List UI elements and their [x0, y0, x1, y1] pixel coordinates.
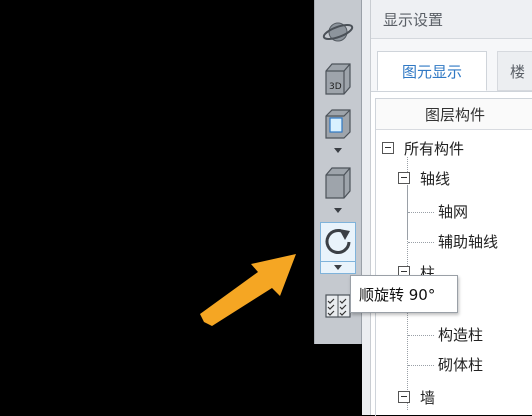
collapse-toggle-icon[interactable]	[382, 142, 394, 154]
tab-element-display[interactable]: 图元显示	[377, 51, 487, 91]
rotate-dropdown[interactable]	[320, 262, 356, 274]
tab-floor-display[interactable]: 楼	[497, 51, 532, 91]
cube-top-icon	[325, 109, 351, 139]
orbit-planet-icon	[322, 22, 354, 42]
cube-3d-icon: 3D	[325, 63, 351, 95]
annotation-arrow-icon	[200, 254, 296, 326]
chevron-down-icon	[334, 207, 342, 213]
tree-column-header: 图层构件	[376, 99, 532, 130]
tree-connector	[408, 242, 434, 243]
tree-item-masonry-column[interactable]: 砌体柱	[438, 349, 483, 379]
tree-item-all[interactable]: 所有构件	[382, 133, 464, 163]
rotate-90-button[interactable]	[320, 222, 356, 262]
cube-side-icon	[325, 167, 351, 199]
layer-tree: 图层构件 所有构件 轴线 轴网 辅助轴线 柱 构造柱 砌体柱 墙	[375, 98, 532, 416]
chevron-down-icon	[334, 265, 342, 270]
tree-item-label: 墙	[420, 388, 436, 407]
tree-item-label: 辅助轴线	[438, 232, 499, 251]
view-top-button[interactable]	[320, 106, 356, 142]
tree-item-wall[interactable]: 墙	[398, 382, 435, 412]
tree-item-label: 砌体柱	[438, 355, 484, 374]
tree-item-label: 所有构件	[404, 139, 465, 158]
display-settings-panel: 显示设置 图元显示 楼 图层构件 所有构件 轴线 轴网 辅助轴线 柱 构造柱 砌…	[370, 0, 532, 416]
splitter[interactable]	[362, 0, 370, 415]
chevron-down-icon	[334, 147, 342, 153]
tree-item-axis-grid[interactable]: 轴网	[438, 196, 468, 226]
tree-item-label: 构造柱	[438, 325, 484, 344]
tree-connector	[408, 365, 434, 366]
view-side-button[interactable]	[320, 164, 356, 200]
panel-tabs: 图元显示 楼	[371, 39, 532, 92]
tooltip: 顺旋转 90°	[350, 275, 458, 313]
tree-item-aux-axis[interactable]: 辅助轴线	[438, 226, 498, 256]
view-side-dropdown[interactable]	[320, 205, 356, 215]
view-top-dropdown[interactable]	[320, 145, 356, 155]
panel-title: 显示设置	[371, 0, 532, 39]
rotate-clockwise-icon	[325, 229, 351, 254]
tree-item-constructional-column[interactable]: 构造柱	[438, 319, 483, 349]
collapse-toggle-icon[interactable]	[398, 172, 410, 184]
tree-item-label: 轴网	[438, 202, 469, 221]
view-3d-button[interactable]: 3D	[320, 60, 356, 96]
tree-connector	[408, 335, 434, 336]
tree-item-axis[interactable]: 轴线	[398, 163, 450, 193]
tree-item-label: 轴线	[420, 169, 451, 188]
tree-connector	[408, 212, 434, 213]
collapse-toggle-icon[interactable]	[398, 391, 410, 403]
checklist-icon	[325, 294, 351, 318]
3d-viewport[interactable]	[0, 0, 314, 415]
orbit-button[interactable]	[320, 14, 356, 50]
svg-text:3D: 3D	[329, 82, 342, 92]
